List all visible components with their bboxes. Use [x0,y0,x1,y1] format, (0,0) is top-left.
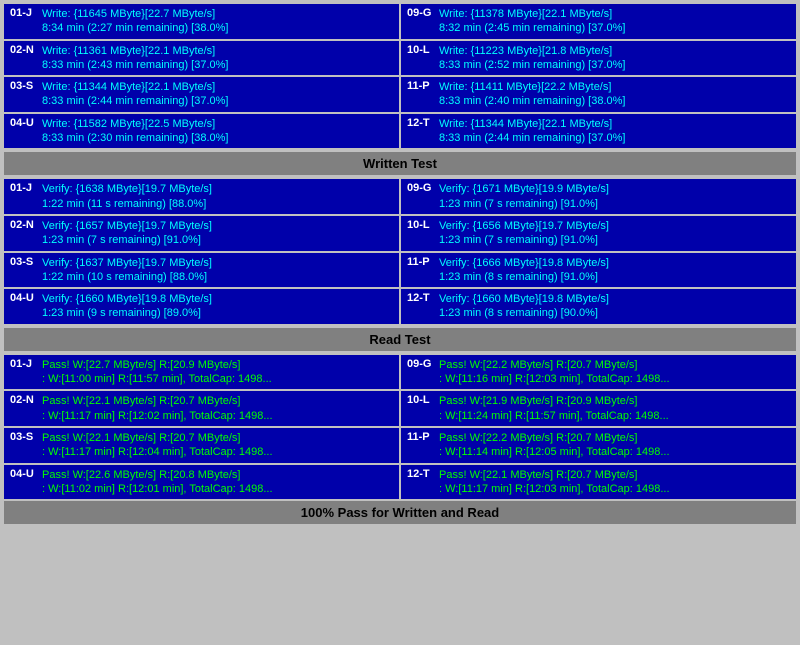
device-id: 11-P [407,256,435,268]
device-card: 01-J Pass! W:[22.7 MByte/s] R:[20.9 MByte… [4,355,399,390]
card-text: Pass! W:[22.2 MByte/s] R:[20.7 MByte/s]:… [439,431,670,460]
card-text: Verify: {1671 MByte}[19.9 MByte/s]1:23 m… [439,182,609,211]
device-id: 09-G [407,182,435,194]
card-text: Verify: {1660 MByte}[19.8 MByte/s]1:23 m… [439,292,609,321]
verify-grid: 01-J Verify: {1638 MByte}[19.7 MByte/s]1:… [4,179,796,323]
device-id: 02-N [10,394,38,406]
device-id: 11-P [407,431,435,443]
device-id: 09-G [407,7,435,19]
device-card: 02-N Verify: {1657 MByte}[19.7 MByte/s]1:… [4,216,399,251]
card-text: Write: {11344 MByte}[22.1 MByte/s]8:33 m… [42,80,228,109]
device-id: 03-S [10,256,38,268]
card-text: Write: {11645 MByte}[22.7 MByte/s]8:34 m… [42,7,228,36]
device-card: 04-U Verify: {1660 MByte}[19.8 MByte/s]1:… [4,289,399,324]
card-text: Pass! W:[22.1 MByte/s] R:[20.7 MByte/s]:… [42,394,273,423]
device-card: 11-P Verify: {1666 MByte}[19.8 MByte/s]1:… [401,253,796,288]
device-card: 02-N Pass! W:[22.1 MByte/s] R:[20.7 MByte… [4,391,399,426]
card-text: Verify: {1656 MByte}[19.7 MByte/s]1:23 m… [439,219,609,248]
device-id: 12-T [407,117,435,129]
device-id: 02-N [10,219,38,231]
device-id: 02-N [10,44,38,56]
device-id: 04-U [10,117,38,129]
device-card: 12-T Write: {11344 MByte}[22.1 MByte/s]8:… [401,114,796,149]
written-test-header: Written Test [4,152,796,175]
card-text: Pass! W:[22.1 MByte/s] R:[20.7 MByte/s]:… [42,431,273,460]
device-card: 09-G Write: {11378 MByte}[22.1 MByte/s]8:… [401,4,796,39]
device-id: 12-T [407,468,435,480]
device-id: 10-L [407,394,435,406]
write-section: 01-J Write: {11645 MByte}[22.7 MByte/s]8:… [4,4,796,148]
device-id: 10-L [407,44,435,56]
main-container: 01-J Write: {11645 MByte}[22.7 MByte/s]8:… [0,0,800,528]
card-text: Verify: {1637 MByte}[19.7 MByte/s]1:22 m… [42,256,212,285]
device-card: 03-S Write: {11344 MByte}[22.1 MByte/s]8:… [4,77,399,112]
footer: 100% Pass for Written and Read [4,501,796,524]
device-card: 01-J Write: {11645 MByte}[22.7 MByte/s]8:… [4,4,399,39]
device-id: 03-S [10,431,38,443]
card-text: Write: {11344 MByte}[22.1 MByte/s]8:33 m… [439,117,625,146]
card-text: Verify: {1666 MByte}[19.8 MByte/s]1:23 m… [439,256,609,285]
verify-section: 01-J Verify: {1638 MByte}[19.7 MByte/s]1:… [4,179,796,323]
card-text: Verify: {1657 MByte}[19.7 MByte/s]1:23 m… [42,219,212,248]
device-card: 12-T Pass! W:[22.1 MByte/s] R:[20.7 MByte… [401,465,796,500]
read-section: 01-J Pass! W:[22.7 MByte/s] R:[20.9 MByte… [4,355,796,499]
card-text: Pass! W:[22.7 MByte/s] R:[20.9 MByte/s]:… [42,358,272,387]
card-text: Verify: {1638 MByte}[19.7 MByte/s]1:22 m… [42,182,212,211]
card-text: Write: {11411 MByte}[22.2 MByte/s]8:33 m… [439,80,625,109]
device-card: 09-G Verify: {1671 MByte}[19.9 MByte/s]1:… [401,179,796,214]
device-id: 03-S [10,80,38,92]
write-grid: 01-J Write: {11645 MByte}[22.7 MByte/s]8:… [4,4,796,148]
card-text: Pass! W:[22.1 MByte/s] R:[20.7 MByte/s]:… [439,468,670,497]
card-text: Write: {11378 MByte}[22.1 MByte/s]8:32 m… [439,7,625,36]
device-card: 11-P Pass! W:[22.2 MByte/s] R:[20.7 MByte… [401,428,796,463]
card-text: Verify: {1660 MByte}[19.8 MByte/s]1:23 m… [42,292,212,321]
card-text: Pass! W:[21.9 MByte/s] R:[20.9 MByte/s]:… [439,394,669,423]
device-id: 04-U [10,292,38,304]
device-id: 10-L [407,219,435,231]
card-text: Write: {11582 MByte}[22.5 MByte/s]8:33 m… [42,117,228,146]
device-id: 09-G [407,358,435,370]
device-id: 01-J [10,358,38,370]
device-card: 09-G Pass! W:[22.2 MByte/s] R:[20.7 MByte… [401,355,796,390]
device-card: 01-J Verify: {1638 MByte}[19.7 MByte/s]1:… [4,179,399,214]
device-card: 02-N Write: {11361 MByte}[22.1 MByte/s]8:… [4,41,399,76]
device-id: 01-J [10,7,38,19]
device-card: 10-L Write: {11223 MByte}[21.8 MByte/s]8:… [401,41,796,76]
read-test-header: Read Test [4,328,796,351]
device-card: 03-S Pass! W:[22.1 MByte/s] R:[20.7 MByte… [4,428,399,463]
device-id: 01-J [10,182,38,194]
read-grid: 01-J Pass! W:[22.7 MByte/s] R:[20.9 MByte… [4,355,796,499]
device-id: 12-T [407,292,435,304]
device-card: 10-L Pass! W:[21.9 MByte/s] R:[20.9 MByte… [401,391,796,426]
card-text: Pass! W:[22.6 MByte/s] R:[20.8 MByte/s]:… [42,468,273,497]
device-card: 04-U Pass! W:[22.6 MByte/s] R:[20.8 MByte… [4,465,399,500]
device-card: 10-L Verify: {1656 MByte}[19.7 MByte/s]1:… [401,216,796,251]
device-card: 03-S Verify: {1637 MByte}[19.7 MByte/s]1:… [4,253,399,288]
card-text: Write: {11223 MByte}[21.8 MByte/s]8:33 m… [439,44,625,73]
device-card: 12-T Verify: {1660 MByte}[19.8 MByte/s]1:… [401,289,796,324]
device-card: 11-P Write: {11411 MByte}[22.2 MByte/s]8:… [401,77,796,112]
card-text: Write: {11361 MByte}[22.1 MByte/s]8:33 m… [42,44,228,73]
device-id: 04-U [10,468,38,480]
card-text: Pass! W:[22.2 MByte/s] R:[20.7 MByte/s]:… [439,358,670,387]
device-id: 11-P [407,80,435,92]
device-card: 04-U Write: {11582 MByte}[22.5 MByte/s]8:… [4,114,399,149]
